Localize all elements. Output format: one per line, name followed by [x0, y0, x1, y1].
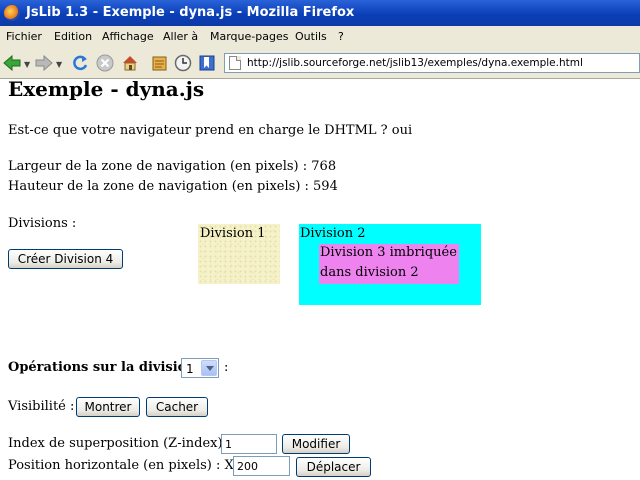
viewport-width-text: Largeur de la zone de navigation (en pix…: [8, 159, 337, 174]
dhtml-support-text: Est-ce que votre navigateur prend en cha…: [8, 123, 413, 138]
menu-fichier[interactable]: Fichier: [6, 30, 42, 43]
viewport-height-text: Hauteur de la zone de navigation (en pix…: [8, 179, 338, 194]
menu-marque-pages[interactable]: Marque-pages: [210, 30, 288, 43]
history-icon[interactable]: [150, 53, 170, 73]
back-icon[interactable]: [2, 53, 22, 73]
stop-icon[interactable]: [95, 53, 115, 73]
create-division-4-button[interactable]: Créer Division 4: [8, 249, 123, 269]
divisions-label: Divisions :: [8, 216, 77, 231]
page-content: Exemple - dyna.js Est-ce que votre navig…: [0, 77, 640, 480]
back-dropdown-icon[interactable]: ▼: [24, 60, 30, 69]
division-select[interactable]: 1: [181, 358, 219, 378]
zindex-input[interactable]: [221, 434, 277, 454]
division-2: Division 2 Division 3 imbriquée dans div…: [299, 224, 481, 305]
title-bar[interactable]: JsLib 1.3 - Exemple - dyna.js - Mozilla …: [0, 0, 640, 26]
bookmarks-icon[interactable]: [197, 53, 217, 73]
menu-aller-a[interactable]: Aller à: [163, 30, 198, 43]
menu-bar: Fichier Edition Affichage Aller à Marque…: [0, 26, 640, 49]
horizontal-position-input[interactable]: [233, 456, 290, 476]
horizontal-position-label: Position horizontale (en pixels) : X =: [8, 458, 249, 473]
menu-help[interactable]: ?: [338, 30, 344, 43]
division-operations-colon: :: [224, 360, 229, 375]
hide-button[interactable]: Cacher: [146, 397, 208, 417]
division-operations-label: Opérations sur la division: [8, 360, 196, 375]
visibility-label: Visibilité :: [8, 399, 75, 414]
division-1: Division 1: [198, 224, 280, 284]
menu-affichage[interactable]: Affichage: [102, 30, 154, 43]
page-title: Exemple - dyna.js: [8, 77, 205, 101]
menu-outils[interactable]: Outils: [295, 30, 327, 43]
division-3-line-1: Division 3 imbriquée: [320, 245, 457, 260]
chevron-down-icon[interactable]: [201, 360, 217, 376]
division-1-label: Division 1: [200, 226, 266, 241]
firefox-logo-icon: [4, 5, 20, 21]
forward-icon[interactable]: [34, 53, 54, 73]
division-3-line-2: dans division 2: [320, 265, 419, 280]
modify-button[interactable]: Modifier: [282, 434, 350, 454]
clock-icon[interactable]: [173, 53, 193, 73]
page-icon: [229, 56, 241, 70]
menu-edition[interactable]: Edition: [54, 30, 92, 43]
home-icon[interactable]: [120, 53, 140, 73]
move-button[interactable]: Déplacer: [296, 457, 371, 477]
division-3: Division 3 imbriquée dans division 2: [319, 244, 459, 284]
zindex-label: Index de superposition (Z-index) :: [8, 436, 232, 451]
address-bar[interactable]: http://jslib.sourceforge.net/jslib13/exe…: [224, 53, 640, 73]
address-url[interactable]: http://jslib.sourceforge.net/jslib13/exe…: [247, 57, 583, 69]
window-title: JsLib 1.3 - Exemple - dyna.js - Mozilla …: [26, 5, 355, 20]
reload-icon[interactable]: [70, 53, 90, 73]
division-2-label: Division 2: [300, 226, 366, 241]
navigation-toolbar: ▼ ▼ http://jslib.sourceforge.net/jslib13…: [0, 48, 640, 79]
division-select-value: 1: [186, 362, 194, 376]
show-button[interactable]: Montrer: [76, 397, 140, 417]
forward-dropdown-icon[interactable]: ▼: [56, 60, 62, 69]
